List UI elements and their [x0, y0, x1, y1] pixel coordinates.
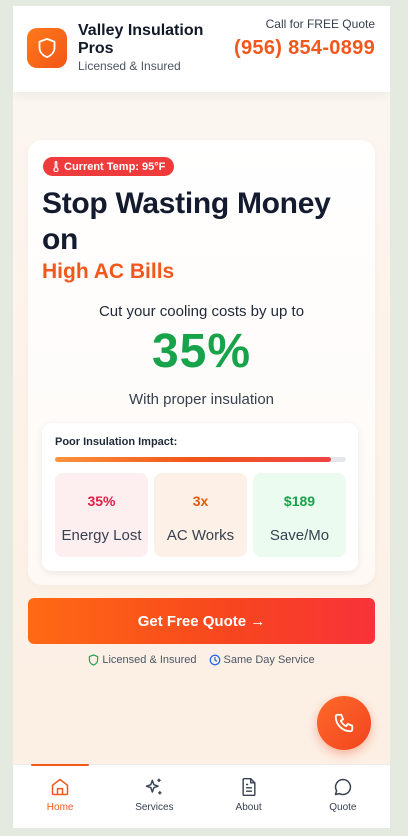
savings-note: With proper insulation	[128, 391, 275, 408]
stat-ac-works: 3x AC Works	[154, 473, 247, 557]
stat-value: $189	[283, 493, 316, 509]
trust-same-day-text: Same Day Service	[223, 654, 315, 666]
trust-same-day: Same Day Service	[209, 654, 315, 666]
nav-about[interactable]: About	[202, 765, 296, 828]
home-icon	[51, 778, 69, 796]
nav-services-label: Services	[135, 802, 174, 813]
trust-licensed: Licensed & Insured	[88, 654, 197, 666]
shield-icon	[89, 654, 99, 666]
trust-badges: Licensed & Insured Same Day Service	[13, 654, 390, 666]
chat-bubble-icon	[334, 778, 352, 796]
stat-save-per-month: $189 Save/Mo	[253, 473, 346, 557]
stat-value: 3x	[192, 493, 209, 509]
app-screen: Valley Insulation Pros Licensed & Insure…	[13, 6, 390, 828]
stat-value: 35%	[87, 493, 116, 509]
phone-link[interactable]: (956) 854-0899	[234, 37, 375, 60]
nav-home[interactable]: Home	[13, 764, 107, 828]
nav-quote-label: Quote	[329, 802, 357, 813]
phone-icon	[334, 713, 354, 733]
hero-headline-accent: High AC Bills	[42, 260, 175, 283]
shield-icon	[38, 37, 56, 59]
stat-energy-lost: 35% Energy Lost	[55, 473, 148, 557]
nav-home-label: Home	[46, 802, 74, 813]
brand-tagline: Licensed & Insured	[78, 59, 181, 73]
brand-name: Valley Insulation Pros	[78, 22, 204, 57]
trust-licensed-text: Licensed & Insured	[102, 654, 197, 666]
stat-label: Energy Lost	[61, 527, 142, 544]
hero-card: Current Temp: 95°F Stop Wasting Money on…	[28, 140, 375, 585]
nav-about-label: About	[235, 802, 262, 813]
sparkles-icon	[146, 778, 162, 795]
logo[interactable]	[27, 28, 67, 68]
impact-title: Poor Insulation Impact:	[55, 436, 178, 448]
stat-label: Save/Mo	[269, 527, 330, 544]
get-free-quote-button[interactable]: Get Free Quote →	[28, 598, 375, 644]
document-icon	[242, 777, 256, 797]
clock-icon	[209, 654, 220, 666]
call-fab-button[interactable]	[317, 696, 371, 750]
site-header: Valley Insulation Pros Licensed & Insure…	[13, 6, 390, 92]
thermometer-icon	[53, 161, 59, 172]
temperature-badge: Current Temp: 95°F	[43, 157, 175, 176]
call-label: Call for FREE Quote	[265, 17, 375, 31]
nav-services[interactable]: Services	[107, 765, 201, 828]
stat-label: AC Works	[166, 527, 235, 544]
impact-progress-bar	[55, 457, 346, 462]
hero-headline: Stop Wasting Money on	[42, 187, 331, 256]
bottom-navigation: Home Services About Quote	[13, 764, 390, 828]
savings-percentage: 35%	[151, 325, 252, 378]
temperature-text: Current Temp: 95°F	[64, 160, 166, 173]
nav-quote[interactable]: Quote	[296, 765, 390, 828]
impact-progress-fill	[55, 457, 332, 462]
savings-subtitle: Cut your cooling costs by up to	[98, 303, 305, 320]
impact-panel: Poor Insulation Impact: 35% Energy Lost …	[42, 423, 358, 571]
